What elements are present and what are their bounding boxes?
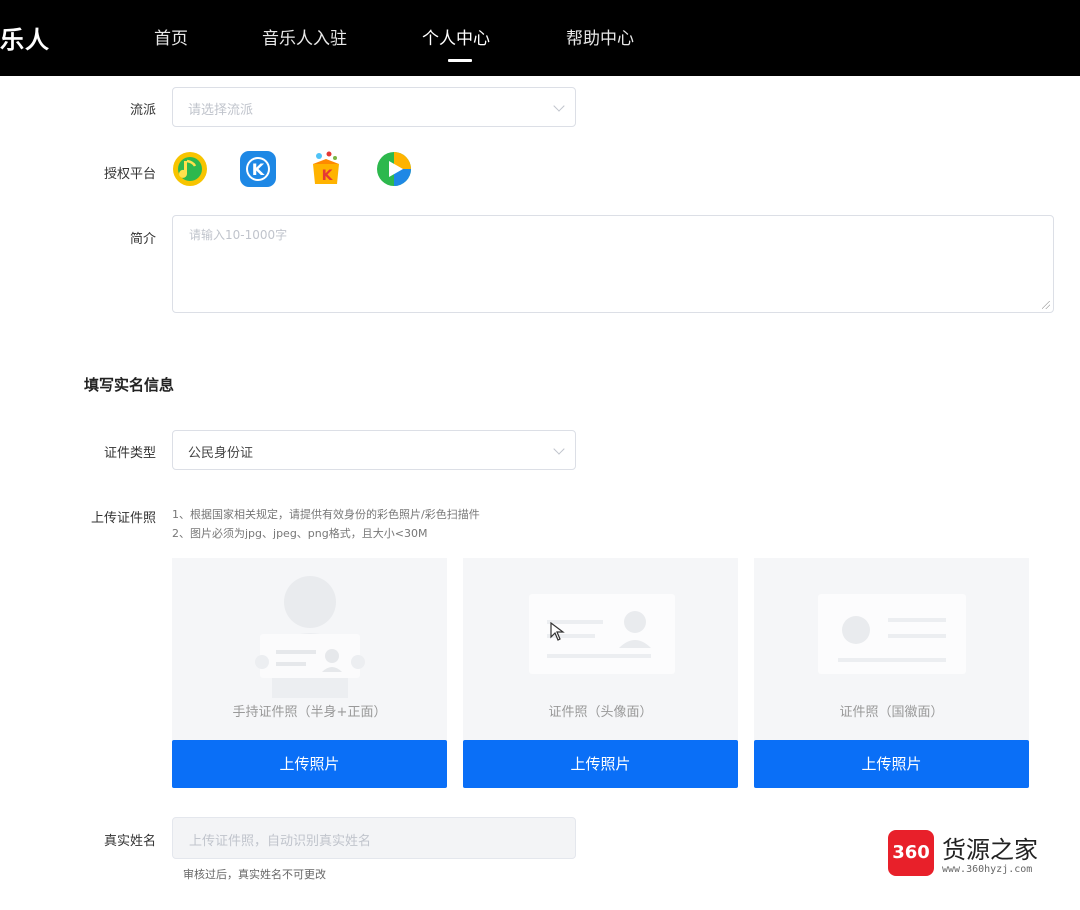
id-portrait-side-illustration-icon bbox=[529, 594, 675, 674]
mouse-cursor-icon bbox=[550, 622, 565, 641]
top-navbar: 乐人 首页 音乐人入驻 个人中心 帮助中心 bbox=[0, 0, 1080, 76]
upload-card-portrait-side: 证件照（头像面） 上传照片 bbox=[463, 558, 738, 788]
genre-select[interactable]: 请选择流派 bbox=[172, 87, 576, 127]
nav-item-home[interactable]: 首页 bbox=[154, 24, 188, 49]
section-title-realname: 填写实名信息 bbox=[84, 376, 175, 394]
kugou-music-icon[interactable]: K bbox=[239, 150, 277, 188]
id-type-select[interactable]: 公民身份证 bbox=[172, 430, 576, 470]
nav-item-personal-center[interactable]: 个人中心 bbox=[422, 24, 490, 49]
upload-label: 上传证件照 bbox=[90, 511, 156, 526]
intro-placeholder: 请输入10-1000字 bbox=[189, 228, 288, 242]
svg-text:K: K bbox=[252, 160, 265, 179]
qq-music-icon[interactable] bbox=[171, 150, 209, 188]
site-logo[interactable]: 乐人 bbox=[0, 20, 50, 55]
svg-text:K: K bbox=[322, 168, 334, 184]
resize-handle-icon[interactable] bbox=[1042, 301, 1050, 309]
upload-hint-2: 2、图片必须为jpg、jpeg、png格式，且大小<30M bbox=[172, 527, 428, 540]
watermark-logo: 360 bbox=[888, 830, 934, 876]
real-name-placeholder: 上传证件照，自动识别真实姓名 bbox=[189, 834, 372, 849]
card-caption: 证件照（国徽面） bbox=[839, 705, 944, 720]
id-emblem-side-illustration-icon bbox=[818, 594, 966, 674]
genre-placeholder: 请选择流派 bbox=[188, 103, 254, 118]
upload-photo-button[interactable]: 上传照片 bbox=[754, 740, 1029, 788]
real-name-label: 真实姓名 bbox=[103, 834, 156, 849]
chevron-down-icon bbox=[553, 100, 565, 112]
watermark-url: www.360hyzj.com bbox=[942, 864, 1033, 875]
handheld-id-illustration-icon bbox=[255, 576, 365, 698]
nav-item-musician-join[interactable]: 音乐人入驻 bbox=[262, 24, 347, 49]
genre-label: 流派 bbox=[129, 103, 156, 118]
upload-photo-button[interactable]: 上传照片 bbox=[172, 740, 447, 788]
real-name-input: 上传证件照，自动识别真实姓名 bbox=[172, 817, 576, 859]
watermark-title: 货源之家 bbox=[942, 836, 1038, 864]
intro-label: 简介 bbox=[129, 232, 156, 247]
intro-textarea[interactable]: 请输入10-1000字 bbox=[172, 215, 1054, 313]
upload-card-emblem-side: 证件照（国徽面） 上传照片 bbox=[754, 558, 1029, 788]
id-type-label: 证件类型 bbox=[103, 446, 156, 461]
real-name-note: 审核过后，真实姓名不可更改 bbox=[183, 868, 326, 881]
platform-label: 授权平台 bbox=[103, 167, 156, 182]
upload-hint-1: 1、根据国家相关规定，请提供有效身份的彩色照片/彩色扫描件 bbox=[172, 508, 480, 521]
upload-photo-button[interactable]: 上传照片 bbox=[463, 740, 738, 788]
watermark: 360 货源之家 www.360hyzj.com bbox=[884, 826, 1064, 884]
kuwo-music-icon[interactable]: K bbox=[307, 150, 345, 188]
card-caption: 证件照（头像面） bbox=[548, 705, 653, 720]
nav-item-help-center[interactable]: 帮助中心 bbox=[566, 24, 634, 49]
upload-card-handheld: 手持证件照（半身+正面） 上传照片 bbox=[172, 558, 447, 788]
id-type-value: 公民身份证 bbox=[188, 446, 254, 461]
card-caption: 手持证件照（半身+正面） bbox=[232, 705, 387, 720]
platform-4-icon[interactable] bbox=[375, 150, 413, 188]
nav-active-indicator bbox=[448, 59, 472, 62]
chevron-down-icon bbox=[553, 443, 565, 455]
